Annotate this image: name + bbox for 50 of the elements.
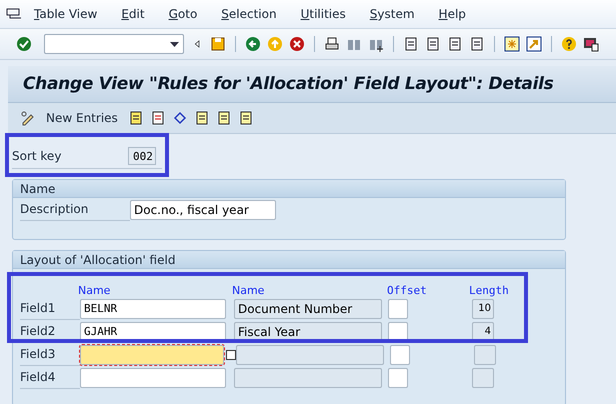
field-label: Field4 [20, 370, 56, 384]
value-help-button[interactable] [226, 350, 236, 360]
length-output[interactable]: 4 [472, 322, 494, 342]
help-icon[interactable] [561, 36, 577, 52]
offset-input[interactable] [388, 368, 408, 388]
printer-icon[interactable] [324, 36, 340, 52]
field-name-input[interactable]: BELNR [80, 298, 226, 318]
page-icon[interactable] [447, 36, 463, 52]
save-icon[interactable] [210, 36, 226, 52]
field-label: Field3 [20, 347, 56, 361]
page-icon[interactable] [403, 36, 419, 52]
field-label: Description [20, 202, 90, 216]
dropdown-caret-icon[interactable] [170, 42, 179, 46]
checkmark-icon[interactable] [16, 36, 32, 52]
column-header: Length [469, 284, 509, 297]
column-header: Name [78, 284, 112, 297]
length-output[interactable]: 10 [472, 298, 494, 318]
page-icon[interactable] [425, 36, 441, 52]
sort-key-value: 002 [128, 147, 156, 165]
offset-input[interactable] [390, 344, 410, 364]
field-label: Sort key [12, 149, 62, 163]
description-output[interactable]: Fiscal Year [234, 322, 382, 342]
menu-item[interactable]: Goto [168, 7, 198, 21]
new-entries-button[interactable]: New Entries [42, 111, 122, 125]
menu-item[interactable]: System [370, 7, 415, 21]
field-name-input[interactable]: GJAHR [80, 322, 226, 342]
description-output[interactable]: Document Number [234, 298, 382, 318]
field-label: Field1 [20, 301, 56, 315]
back-icon[interactable] [245, 36, 261, 52]
cancel-icon[interactable] [289, 36, 305, 52]
menu-icon[interactable] [6, 7, 22, 21]
command-field[interactable] [44, 34, 184, 54]
group-title: Name [13, 180, 565, 198]
screen-title: Change View "Rules for 'Allocation' Field Layout": Details [23, 74, 554, 94]
menu-item[interactable]: Edit [121, 7, 145, 21]
offset-input[interactable] [388, 298, 408, 318]
column-header: Name [232, 284, 266, 297]
offset-input[interactable] [388, 322, 408, 342]
field-name-input[interactable] [80, 344, 224, 364]
menu-item[interactable]: Help [438, 7, 466, 21]
group-title: Layout of 'Allocation' field [13, 251, 565, 269]
field-label: Field2 [20, 324, 56, 338]
field-name-input[interactable] [80, 368, 226, 388]
page-icon[interactable] [469, 36, 485, 52]
monitor-icon[interactable] [583, 36, 599, 52]
menu-item[interactable]: Table View [34, 7, 98, 21]
column-header: Offset [387, 284, 428, 297]
description-field[interactable]: Doc.no., fiscal year [130, 200, 276, 220]
menu-item[interactable]: Selection [221, 7, 277, 21]
menu-item[interactable]: Utilities [300, 7, 346, 21]
